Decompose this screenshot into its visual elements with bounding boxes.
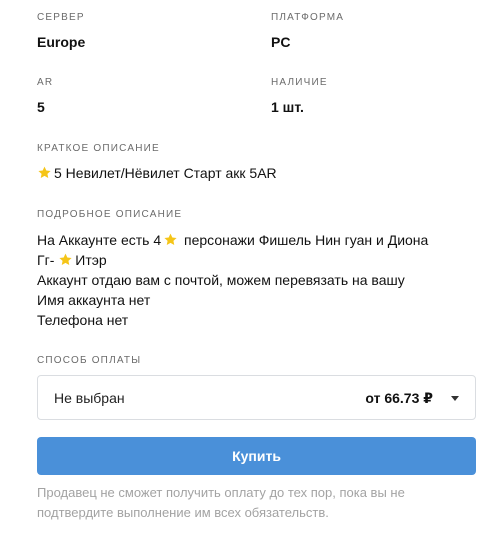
full-description-text: На Аккаунте есть 4 персонажи Фишель Нин … <box>37 230 477 330</box>
star-icon <box>59 253 72 265</box>
payment-price: от 66.73 ₽ <box>365 390 433 406</box>
chevron-down-icon <box>451 396 459 401</box>
quantity-value: 1 шт. <box>271 99 304 115</box>
ar-label: AR <box>37 77 54 88</box>
description-line-2: Гг- Итэр <box>37 252 107 268</box>
buy-button[interactable]: Купить <box>37 437 476 475</box>
payment-selected-value: Не выбран <box>54 390 125 406</box>
star-icon <box>38 166 51 178</box>
ar-value: 5 <box>37 99 45 115</box>
server-label: СЕРВЕР <box>37 12 85 23</box>
description-line-4: Имя аккаунта нет <box>37 292 151 308</box>
short-description-text: 5 Невилет/Нёвилет Старт акк 5AR <box>37 163 277 183</box>
quantity-label: НАЛИЧИЕ <box>271 77 328 88</box>
platform-value: PC <box>271 34 291 50</box>
star-icon <box>164 233 177 245</box>
short-description-value: 5 Невилет/Нёвилет Старт акк 5AR <box>54 165 277 181</box>
server-value: Europe <box>37 34 86 50</box>
seller-payment-note: Продавец не сможет получить оплату до те… <box>37 485 405 520</box>
payment-method-label: СПОСОБ ОПЛАТЫ <box>37 355 142 366</box>
description-line-3: Аккаунт отдаю вам с почтой, можем перевя… <box>37 272 405 288</box>
description-line-1: На Аккаунте есть 4 персонажи Фишель Нин … <box>37 232 429 248</box>
platform-label: ПЛАТФОРМА <box>271 12 345 23</box>
full-description-label: ПОДРОБНОЕ ОПИСАНИЕ <box>37 209 183 220</box>
short-description-label: КРАТКОЕ ОПИСАНИЕ <box>37 143 160 154</box>
payment-method-select[interactable]: Не выбран от 66.73 ₽ <box>37 375 476 420</box>
description-line-5: Телефона нет <box>37 312 129 328</box>
